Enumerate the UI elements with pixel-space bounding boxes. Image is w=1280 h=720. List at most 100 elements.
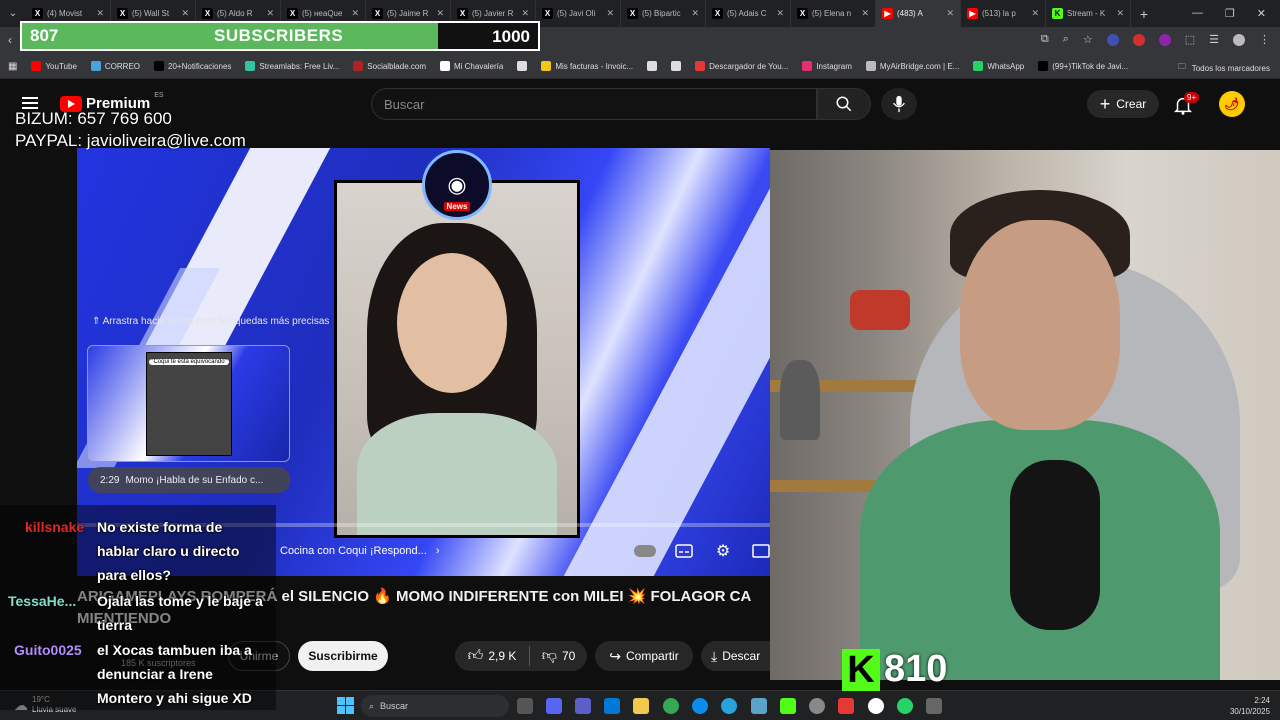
browser-tab[interactable]: X (5) Javi Oli ✕ [536,0,621,27]
bookmark-item[interactable]: CORREO [90,61,141,71]
related-video-thumbnail: "Coqui te esta equivocando" [146,352,232,456]
new-tab-button[interactable]: + [1131,6,1157,22]
bookmark-item[interactable] [517,61,528,71]
bookmark-item[interactable]: Socialblade.com [353,61,426,71]
bookmark-item[interactable] [647,61,658,71]
bookmark-icon [802,61,813,71]
settings-gear-icon[interactable]: ⚙ [712,540,734,562]
close-tab-icon[interactable]: ✕ [1116,8,1124,19]
close-tab-icon[interactable]: ✕ [351,8,359,19]
bookmark-icon [439,61,450,71]
restore-icon[interactable]: ❐ [1225,7,1235,20]
download-button[interactable]: ⤓ Descar [701,641,773,671]
chat-username: Guito0025 [14,642,82,658]
close-tab-icon[interactable]: ✕ [606,8,614,19]
search-input[interactable]: Buscar [371,88,817,120]
search-button[interactable] [817,88,871,120]
all-bookmarks[interactable]: 🗀 Todos los marcadores [1178,61,1270,75]
close-tab-icon[interactable]: ✕ [266,8,274,19]
autoplay-toggle[interactable] [632,540,658,562]
app-icon[interactable] [926,698,942,714]
reading-list-icon[interactable]: ☰ [1209,33,1219,46]
close-tab-icon[interactable]: ✕ [691,8,699,19]
teams-icon[interactable] [575,698,591,714]
minimize-icon[interactable]: — [1192,7,1203,20]
related-video-card[interactable]: "Coqui te esta equivocando" [87,345,290,462]
browser-tab[interactable]: X (5) Elena n ✕ [791,0,876,27]
edge-icon[interactable] [692,698,708,714]
extension-icon[interactable] [1158,33,1171,46]
app-icon[interactable] [868,698,884,714]
cast-icon[interactable]: ⧉ [1041,33,1049,46]
kick-app-icon[interactable] [780,698,796,714]
close-tab-icon[interactable]: ✕ [776,8,784,19]
microphone-icon [893,95,905,113]
plus-icon: + [1099,93,1111,114]
discord-icon[interactable] [546,698,562,714]
close-tab-icon[interactable]: ✕ [436,8,444,19]
extension-icon[interactable] [1132,33,1145,46]
browser-tab[interactable]: X (5) Bipartic ✕ [621,0,706,27]
bookmark-item[interactable]: MyAirBridge.com | E... [865,61,959,71]
close-tab-icon[interactable]: ✕ [1031,8,1039,19]
bookmark-label: Mi Chavalería [453,61,504,71]
zoom-icon[interactable]: ⌕ [1063,33,1069,46]
apps-icon[interactable]: ▦ [8,61,17,72]
bookmark-item[interactable]: 20+Notificaciones [154,61,231,71]
miniplayer-icon[interactable] [751,540,770,562]
file-explorer-icon[interactable] [633,698,649,714]
chapter-label[interactable]: Cocina con Coqui ¡Respond... › [280,545,439,557]
bookmarks-bar: ▦ YouTube CORREO 20+Notificaciones Streamla… [0,54,1280,79]
task-view-icon[interactable] [517,698,533,714]
close-tab-icon[interactable]: ✕ [181,8,189,19]
bookmark-label: Instagram [816,61,852,71]
dislike-button[interactable]: 👎︎ 70 [530,647,587,665]
bookmark-item[interactable] [671,61,682,71]
windows-start-icon[interactable] [337,697,354,714]
bookmark-item[interactable]: Mis facturas - Invoic... [541,61,633,71]
bookmark-item[interactable]: Instagram [802,61,852,71]
bizum-text: BIZUM: 657 769 600 [15,109,172,128]
browser-tab[interactable]: ▶ (513) la p ✕ [961,0,1046,27]
obs-icon[interactable] [809,698,825,714]
bookmark-label: CORREO [104,61,141,71]
browser-tab[interactable]: K Stream - K ✕ [1046,0,1131,27]
close-tab-icon[interactable]: ✕ [521,8,529,19]
bookmark-item[interactable]: Mi Chavalería [439,61,504,71]
bookmark-item[interactable]: Descargador de You... [695,61,788,71]
subscriber-count: 807 [30,26,59,45]
outlook-icon[interactable] [604,698,620,714]
bookmark-item[interactable]: (99+)TikTok de Javi... [1038,61,1128,71]
whatsapp-icon[interactable] [897,698,913,714]
star-icon[interactable]: ☆ [1083,33,1093,46]
create-button[interactable]: + Crear [1087,90,1159,118]
voice-search-button[interactable] [881,88,917,120]
subscribe-button[interactable]: Suscribirme [298,641,388,671]
profile-avatar[interactable] [1233,33,1245,46]
back-icon[interactable]: ‹ [8,33,12,47]
subtitles-icon[interactable] [673,540,695,562]
related-video-chip[interactable]: 2:29 Momo ¡Habla de su Enfado c... [88,467,290,493]
bookmark-item[interactable]: WhatsApp [973,61,1024,71]
bookmark-item[interactable]: YouTube [31,61,77,71]
close-tab-icon[interactable]: ✕ [96,8,104,19]
menu-icon[interactable]: ⋮ [1259,33,1270,46]
app-icon[interactable] [751,698,767,714]
browser-tab[interactable]: X (5) Adais C ✕ [706,0,791,27]
system-clock[interactable]: 2:24 30/10/2025 [1230,695,1270,717]
close-tab-icon[interactable]: ✕ [861,8,869,19]
app-icon[interactable] [838,698,854,714]
telegram-icon[interactable] [721,698,737,714]
bookmark-item[interactable]: Streamlabs: Free Liv... [245,61,339,71]
taskbar-search[interactable]: ⌕ Buscar [361,695,509,717]
chrome-icon[interactable] [663,698,679,714]
subscriber-goal-target: 1000 [492,27,530,46]
extension-icon[interactable] [1106,33,1119,46]
browser-tab[interactable]: ▶ (483) A ✕ [876,0,961,27]
close-tab-icon[interactable]: ✕ [946,8,954,19]
close-window-icon[interactable]: ✕ [1257,7,1266,20]
like-button[interactable]: 👍︎ 2,9 K [455,646,530,666]
puzzle-icon[interactable]: ⬚ [1185,33,1195,46]
share-button[interactable]: ↪ Compartir [595,641,693,671]
account-avatar[interactable]: 🌶 [1219,91,1245,117]
